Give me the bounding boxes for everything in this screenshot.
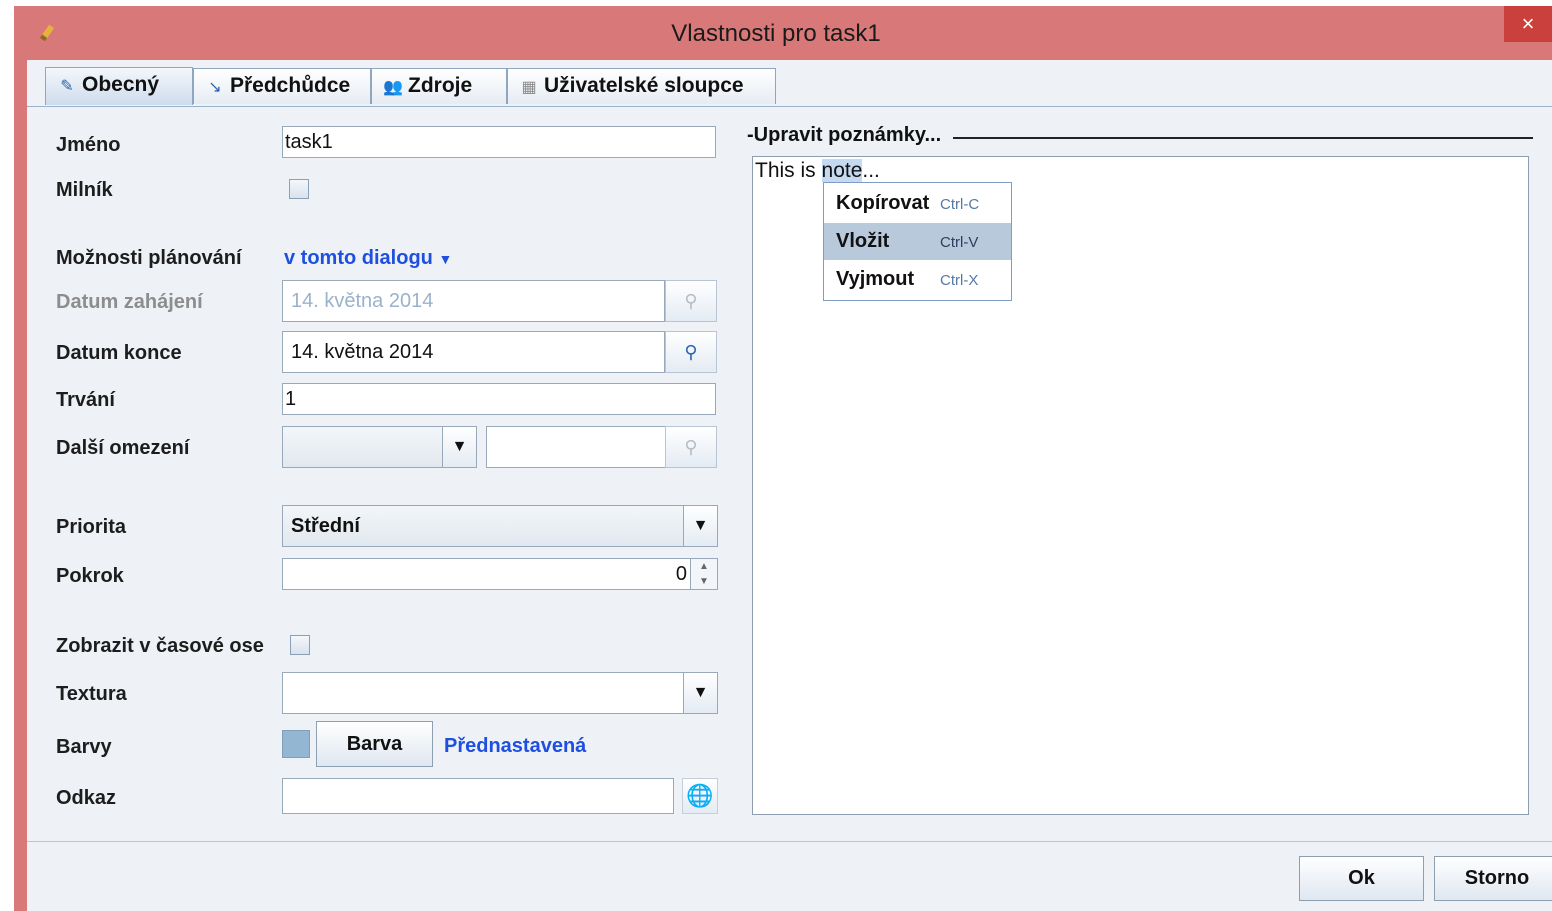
scheduling-dropdown[interactable]: v tomto dialogu ▼ — [284, 247, 452, 270]
scheduling-value: v tomto dialogu — [284, 247, 433, 269]
priority-value: Střední — [291, 515, 360, 537]
priority-combo[interactable]: Střední ▼ — [282, 505, 718, 547]
colors-label: Barvy — [56, 736, 112, 758]
chevron-down-icon: ▼ — [683, 673, 717, 713]
name-input[interactable]: task1 — [282, 126, 716, 158]
notes-text-before: This is — [755, 159, 822, 182]
spinner-arrows-icon[interactable]: ▲ ▼ — [690, 559, 717, 589]
menu-item-label: Vložit — [836, 230, 890, 252]
name-label: Jméno — [56, 134, 121, 156]
progress-spinner[interactable]: 0 ▲ ▼ — [282, 558, 718, 590]
constraint-type-combo[interactable]: ▼ — [282, 426, 477, 468]
constraint-date-input[interactable] — [486, 426, 666, 468]
priority-label: Priorita — [56, 516, 127, 538]
ok-button[interactable]: Ok — [1299, 856, 1424, 901]
notes-text-after: ... — [862, 159, 880, 182]
timeline-label: Zobrazit v časové ose — [56, 635, 264, 657]
color-swatch[interactable] — [282, 730, 310, 758]
duration-label: Trvání — [56, 389, 115, 411]
chevron-down-icon: ▼ — [442, 427, 476, 467]
notes-text-selected: note — [821, 159, 863, 182]
menu-item-shortcut: Ctrl-V — [940, 234, 979, 251]
texture-label: Textura — [56, 683, 127, 705]
color-button[interactable]: Barva — [316, 721, 433, 767]
context-menu: Kopírovat Ctrl-C Vložit Ctrl-V Vyjmout C… — [823, 182, 1012, 301]
link-label: Odkaz — [56, 787, 117, 809]
notes-content: This is note... — [755, 159, 880, 183]
tab-resources[interactable]: 👥 Zdroje — [371, 68, 507, 104]
caret-down-icon: ▼ — [438, 251, 453, 267]
start-date-input[interactable]: 14. května 2014 — [282, 280, 665, 322]
duration-input[interactable]: 1 — [282, 383, 716, 415]
scheduling-label: Možnosti plánování — [56, 247, 242, 269]
tab-label: Obecný — [82, 73, 160, 96]
pin-icon: ⚲ — [684, 342, 698, 362]
menu-item-shortcut: Ctrl-C — [940, 196, 980, 213]
tab-predecessors[interactable]: ↘ Předchůdce — [193, 68, 371, 104]
end-date-picker-button[interactable]: ⚲ — [665, 331, 717, 373]
progress-value: 0 — [675, 563, 687, 585]
dialog-window: Vlastnosti pro task1 × ✎ Obecný ↘ Předchůd… — [14, 6, 1552, 911]
constraint-picker-button[interactable]: ⚲ — [665, 426, 717, 468]
general-panel: Jméno task1 Milník Možnosti plánování v … — [27, 106, 1552, 842]
cancel-button[interactable]: Storno — [1434, 856, 1552, 901]
notes-title-text: Upravit poznámky... — [753, 124, 942, 146]
timeline-checkbox[interactable] — [290, 635, 310, 655]
menu-item-paste[interactable]: Vložit Ctrl-V — [824, 223, 1011, 260]
arrow-icon: ↘ — [208, 79, 222, 96]
chevron-down-icon: ▼ — [683, 506, 717, 546]
edit-icon: ✎ — [60, 78, 74, 95]
notes-divider — [953, 137, 1533, 139]
texture-combo[interactable]: ▼ — [282, 672, 718, 714]
link-input[interactable] — [282, 778, 674, 814]
pin-icon: ⚲ — [684, 437, 698, 457]
tab-label: Uživatelské sloupce — [544, 74, 744, 97]
milestone-checkbox[interactable] — [289, 179, 309, 199]
title-bar[interactable]: Vlastnosti pro task1 × — [14, 6, 1552, 60]
menu-item-cut[interactable]: Vyjmout Ctrl-X — [824, 261, 1011, 298]
tab-label: Zdroje — [408, 74, 473, 97]
menu-item-shortcut: Ctrl-X — [940, 272, 979, 289]
tab-custom-columns[interactable]: ▦ Uživatelské sloupce — [507, 68, 776, 104]
menu-item-label: Vyjmout — [836, 268, 915, 290]
people-icon: 👥 — [383, 79, 403, 96]
notes-title: -Upravit poznámky... — [747, 124, 946, 147]
tab-label: Předchůdce — [230, 74, 351, 97]
end-date-label: Datum konce — [56, 342, 182, 364]
default-color-link[interactable]: Přednastavená — [444, 735, 586, 758]
window-title: Vlastnosti pro task1 — [671, 20, 881, 47]
table-icon: ▦ — [521, 79, 537, 96]
dialog-client: ✎ Obecný ↘ Předchůdce 👥 Zdroje ▦ Uživatelské… — [27, 60, 1552, 911]
tab-bar: ✎ Obecný ↘ Předchůdce 👥 Zdroje ▦ Uživatelské… — [27, 60, 1552, 107]
end-date-input[interactable]: 14. května 2014 — [282, 331, 665, 373]
menu-item-copy[interactable]: Kopírovat Ctrl-C — [824, 185, 1011, 222]
close-button[interactable]: × — [1504, 6, 1552, 42]
start-date-picker-button[interactable]: ⚲ — [665, 280, 717, 322]
globe-icon[interactable]: 🌐 — [682, 778, 718, 814]
milestone-label: Milník — [56, 179, 113, 201]
pin-icon: ⚲ — [684, 291, 698, 311]
tab-general[interactable]: ✎ Obecný — [45, 67, 193, 105]
progress-label: Pokrok — [56, 565, 124, 587]
start-date-label: Datum zahájení — [56, 291, 203, 313]
constraint-label: Další omezení — [56, 437, 190, 459]
menu-item-label: Kopírovat — [836, 192, 930, 214]
